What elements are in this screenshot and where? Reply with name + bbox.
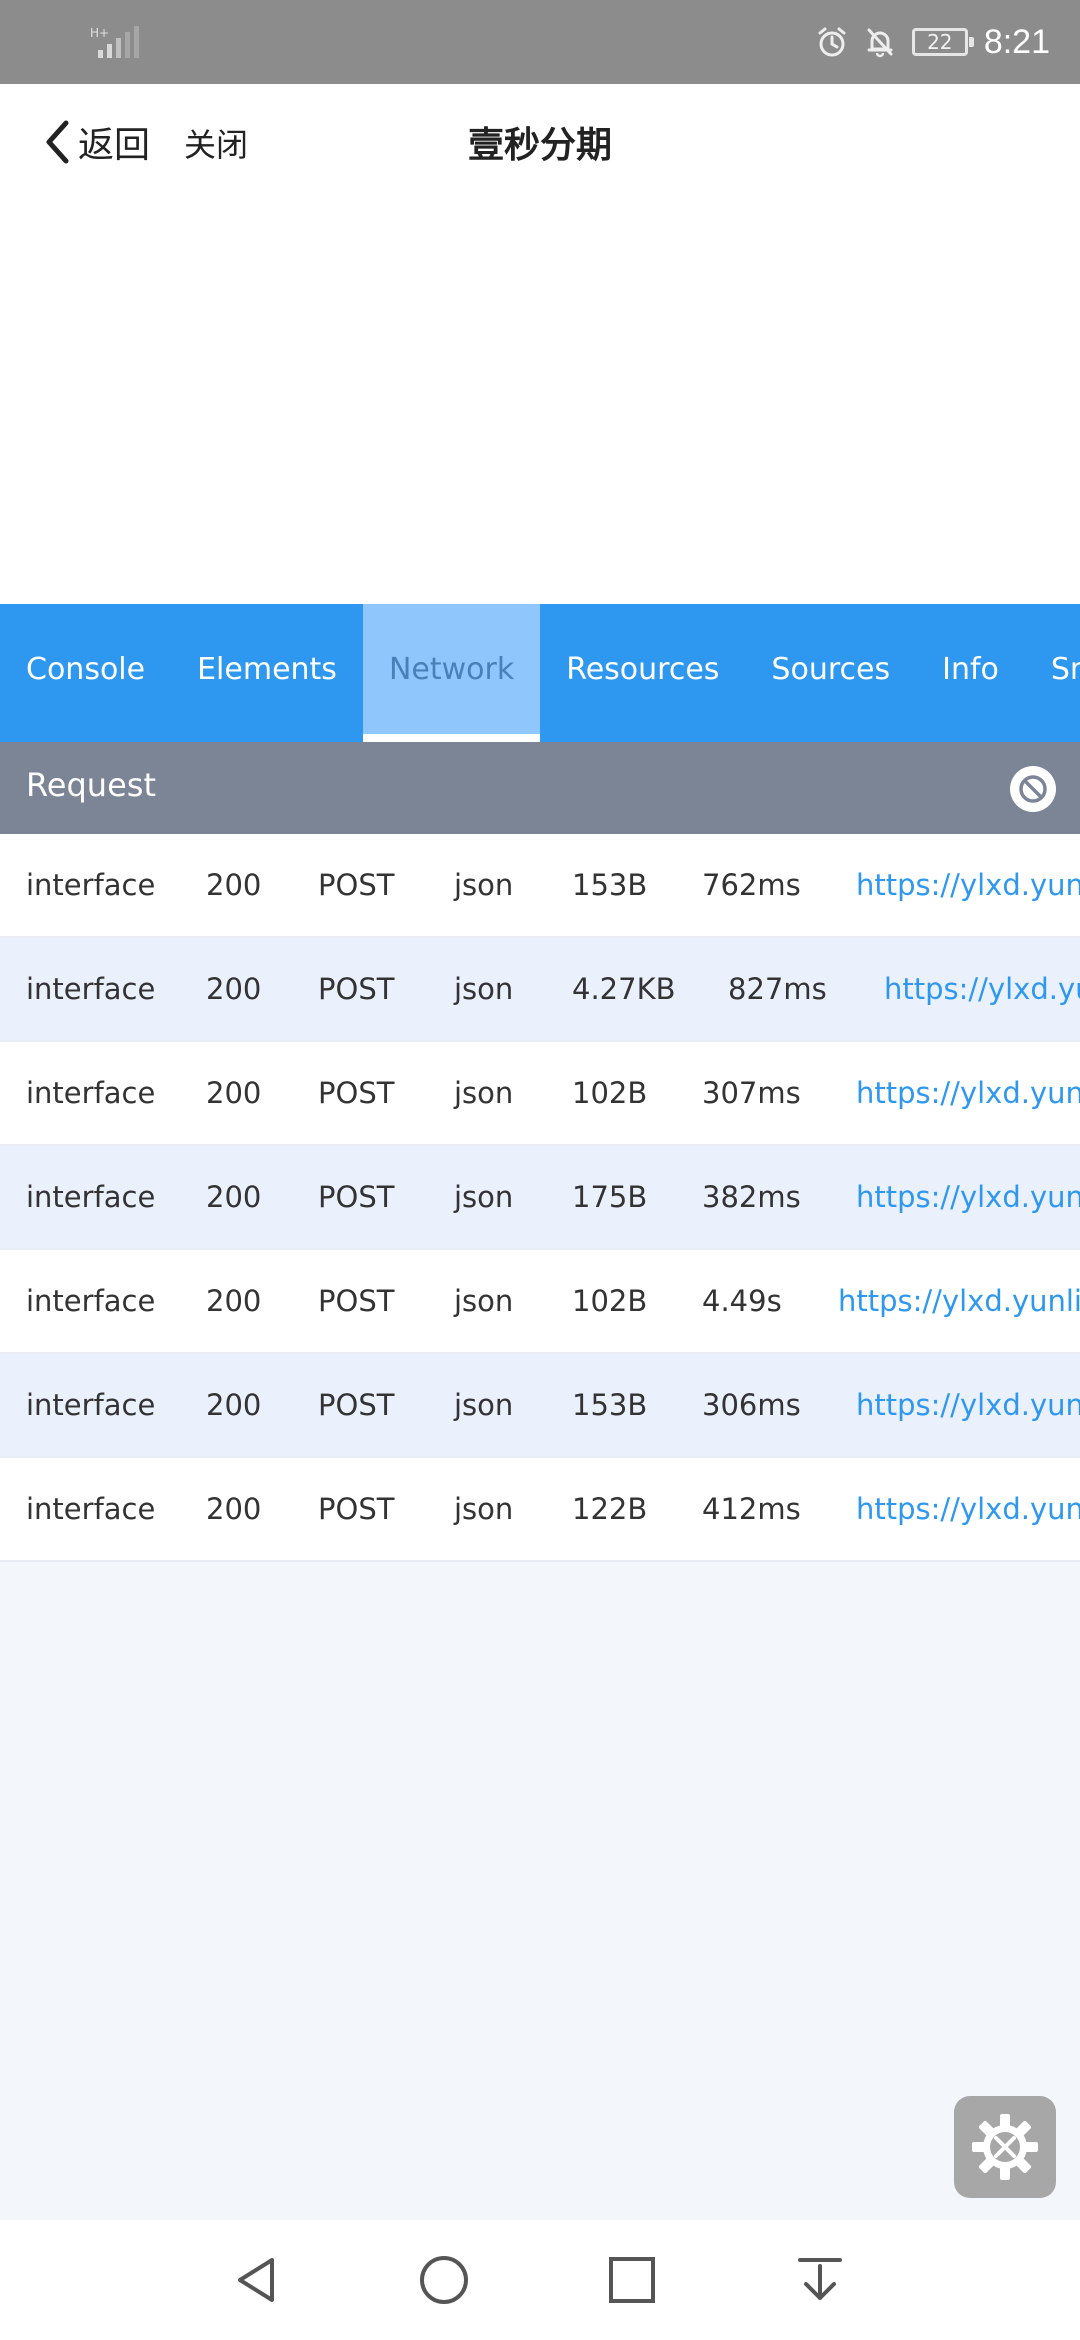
status-time: 8:21 [983,22,1050,61]
clear-requests-button[interactable] [1010,766,1056,812]
tab-network[interactable]: Network [362,604,541,742]
request-type: interface [26,1284,156,1318]
request-format: json [454,868,514,902]
request-url: https://ylxd.yunli [856,1180,1080,1214]
page-title: 壹秒分期 [467,125,612,166]
battery-level: 22 [927,30,953,54]
request-url: https://ylxd.yunli [856,868,1080,902]
battery-icon: 22 [911,28,974,56]
request-type: interface [26,1492,156,1526]
request-status: 200 [206,1284,262,1318]
request-row[interactable]: interface 200 POST json 153B 762ms https… [0,834,1080,938]
request-status: 200 [206,1076,262,1110]
tab-resources[interactable]: Resources [540,604,745,742]
clear-icon [1019,775,1047,803]
request-method: POST [318,1388,395,1422]
tab-snippets[interactable]: Snippe [1025,604,1080,742]
request-status: 200 [206,1180,262,1214]
status-bar: H+ 22 8:21 [0,0,1080,84]
devtools-tab-bar: Console Elements Network Resources Sourc… [0,604,1080,742]
system-navigation-bar [0,2220,1080,2340]
request-format: json [454,1284,514,1318]
request-time: 307ms [702,1076,801,1110]
request-method: POST [318,1180,395,1214]
nav-bar: 返回 关闭 壹秒分期 [0,84,1080,200]
system-home-button[interactable] [414,2250,474,2310]
request-row[interactable]: interface 200 POST json 153B 306ms https… [0,1354,1080,1458]
request-time: 306ms [702,1388,801,1422]
request-time: 762ms [702,868,801,902]
request-time: 382ms [702,1180,801,1214]
settings-gear-icon [972,2114,1038,2180]
request-section-title: Request [26,766,156,804]
request-size: 175B [572,1180,648,1214]
request-format: json [454,1180,514,1214]
svg-text:H+: H+ [90,26,109,40]
request-method: POST [318,1284,395,1318]
request-row[interactable]: interface 200 POST json 102B 4.49s https… [0,1250,1080,1354]
request-time: 412ms [702,1492,801,1526]
request-format: json [454,1388,514,1422]
pull-down-icon [798,2258,842,2300]
request-list: interface 200 POST json 153B 762ms https… [0,834,1080,1562]
request-size: 102B [572,1284,648,1318]
tab-console[interactable]: Console [0,604,171,742]
request-format: json [454,1492,514,1526]
request-format: json [454,1076,514,1110]
alarm-icon [818,27,846,57]
triangle-back-icon [238,2258,274,2302]
request-method: POST [318,972,395,1006]
request-size: 153B [572,1388,648,1422]
request-url: https://ylxd.yunlib [838,1284,1080,1318]
web-content-area [0,200,1080,604]
request-row[interactable]: interface 200 POST json 122B 412ms https… [0,1458,1080,1562]
system-notification-pull-button[interactable] [790,2250,850,2310]
request-format: json [454,972,514,1006]
mute-bell-icon [867,28,893,58]
request-url: https://ylxd.yunli [856,1076,1080,1110]
request-time: 827ms [728,972,827,1006]
circle-home-icon [420,2256,468,2304]
tab-info[interactable]: Info [916,604,1025,742]
request-row[interactable]: interface 200 POST json 102B 307ms https… [0,1042,1080,1146]
request-type: interface [26,1076,156,1110]
system-recents-button[interactable] [602,2250,662,2310]
request-row[interactable]: interface 200 POST json 175B 382ms https… [0,1146,1080,1250]
request-row[interactable]: interface 200 POST json 4.27KB 827ms htt… [0,938,1080,1042]
request-type: interface [26,1388,156,1422]
request-size: 4.27KB [572,972,676,1006]
request-url: https://ylxd.yunli [856,1388,1080,1422]
signal-icon: H+ [90,26,139,58]
system-back-button[interactable] [226,2250,286,2310]
request-method: POST [318,1492,395,1526]
request-status: 200 [206,972,262,1006]
request-url: https://ylxd.yunli [856,1492,1080,1526]
tab-elements[interactable]: Elements [171,604,363,742]
request-size: 153B [572,868,648,902]
devtools-settings-button[interactable] [954,2096,1056,2198]
request-time: 4.49s [702,1284,782,1318]
status-icons: 22 8:21 [816,18,1050,66]
request-size: 102B [572,1076,648,1110]
request-type: interface [26,972,156,1006]
request-method: POST [318,868,395,902]
request-type: interface [26,1180,156,1214]
request-section-header: Request [0,742,1080,834]
request-type: interface [26,868,156,902]
request-url: https://ylxd.yun [884,972,1080,1006]
request-status: 200 [206,1388,262,1422]
request-size: 122B [572,1492,648,1526]
tab-sources[interactable]: Sources [745,604,916,742]
request-status: 200 [206,1492,262,1526]
square-recents-icon [609,2257,655,2303]
request-method: POST [318,1076,395,1110]
request-status: 200 [206,868,262,902]
